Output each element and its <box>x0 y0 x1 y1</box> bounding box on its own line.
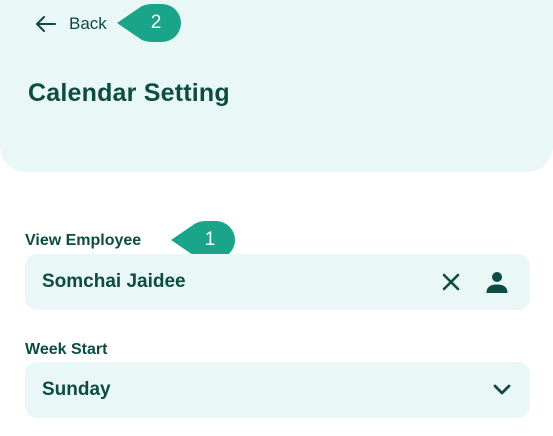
week-start-value: Sunday <box>42 379 111 400</box>
view-employee-label: View Employee <box>25 232 142 249</box>
week-start-label: Week Start <box>25 341 108 358</box>
week-start-select[interactable]: Sunday <box>25 362 530 418</box>
page-title: Calendar Setting <box>28 79 230 107</box>
arrow-left-icon <box>34 12 58 36</box>
callout-number: 2 <box>150 12 162 33</box>
person-icon[interactable] <box>483 268 511 296</box>
back-button[interactable]: Back <box>34 10 107 38</box>
callout-badge-2: 2 <box>117 4 181 42</box>
view-employee-field[interactable]: Somchai Jaidee <box>25 254 530 310</box>
back-label: Back <box>69 14 107 33</box>
calendar-setting-page: Back Calendar Setting 2 View Employee 1 … <box>0 0 553 436</box>
header-panel: Back Calendar Setting <box>0 0 553 172</box>
chevron-down-icon[interactable] <box>488 376 516 404</box>
view-employee-value: Somchai Jaidee <box>42 271 186 292</box>
close-icon[interactable] <box>437 268 465 296</box>
